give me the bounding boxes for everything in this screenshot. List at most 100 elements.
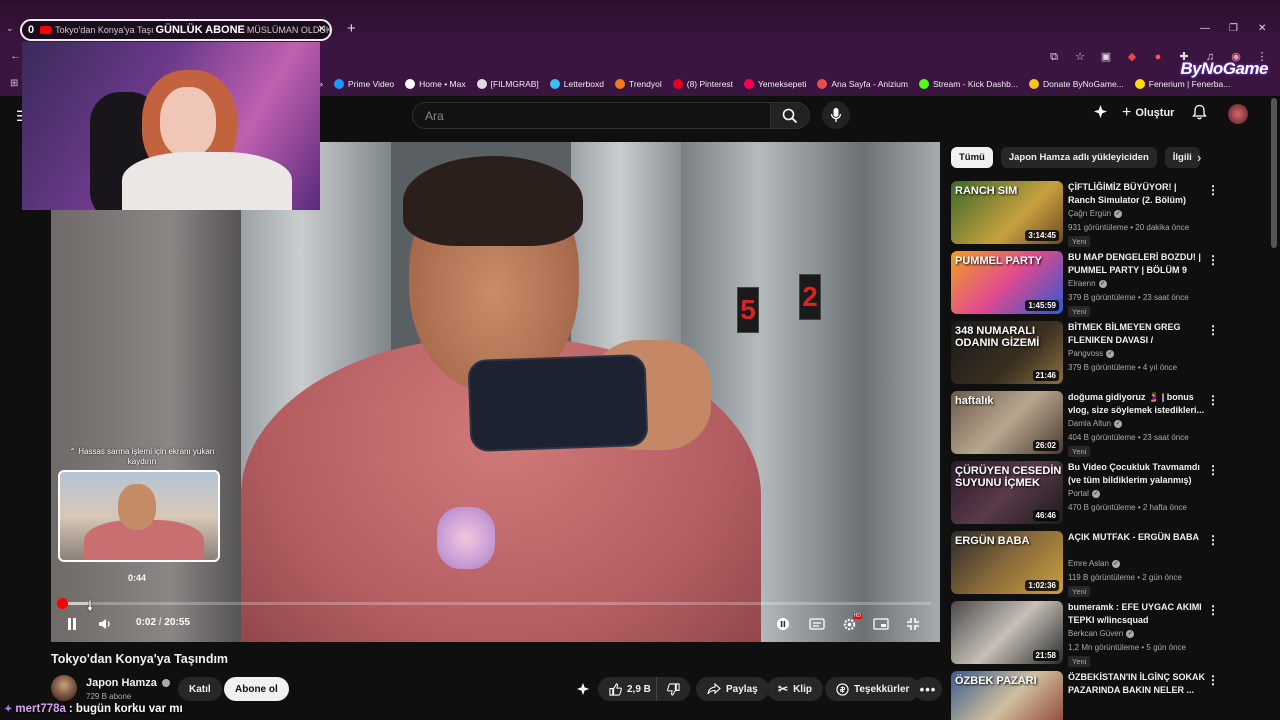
recommendation-thumbnail[interactable]: 348 NUMARALI ODANIN GİZEMİ 21:46	[951, 321, 1063, 384]
more-vertical-icon[interactable]: ⋮	[1207, 533, 1219, 547]
bookmark-item[interactable]: Stream - Kick Dashb...	[918, 79, 1018, 89]
ask-ai-button[interactable]	[572, 677, 594, 701]
filter-chips: Tümü Japon Hamza adlı yükleyiciden İlgili	[951, 147, 1200, 168]
mute-button[interactable]	[96, 615, 114, 633]
scrollbar-thumb[interactable]	[1271, 98, 1277, 248]
filter-chip[interactable]: Japon Hamza adlı yükleyiciden	[1000, 147, 1157, 168]
extension-record-icon[interactable]: ●	[1152, 51, 1164, 63]
recommendation-channel[interactable]: Damla Altun ✓	[1068, 419, 1123, 428]
more-vertical-icon[interactable]: ⋮	[1207, 463, 1219, 477]
subtitles-button[interactable]	[808, 615, 826, 633]
search-input[interactable]: Ara	[412, 102, 772, 129]
channel-name[interactable]: Japon Hamza	[86, 677, 170, 689]
more-vertical-icon[interactable]: ⋮	[1207, 673, 1219, 687]
recommendation-thumbnail[interactable]: PUMMEL PARTY 1:45:59	[951, 251, 1063, 314]
recommendation-item[interactable]: ERGÜN BABA 1:02:36 AÇIK MUTFAK - ERGÜN BAB…	[951, 531, 1221, 597]
miniplayer-button[interactable]	[872, 615, 890, 633]
channel-avatar[interactable]	[51, 675, 77, 701]
extension-red-icon[interactable]: ◆	[1126, 51, 1138, 63]
recommendation-thumbnail[interactable]: ÇÜRÜYEN CESEDİN SUYUNU İÇMEK 46:46	[951, 461, 1063, 524]
bookmark-item[interactable]: Ana Sayfa - Anizium	[817, 79, 908, 89]
recommendation-channel[interactable]: Elraenn ✓	[1068, 279, 1107, 288]
apps-grid-icon[interactable]: ⊞	[10, 78, 18, 89]
recommendation-meta: 470 B görüntüleme • 2 hafta önce	[1068, 503, 1187, 512]
like-button[interactable]: 2,9 B	[598, 677, 659, 701]
close-window-icon[interactable]: ✕	[1258, 23, 1266, 34]
recommendation-title[interactable]: BİTMEK BİLMEYEN GREG FLENIKEN DAVASI / D…	[1068, 321, 1206, 347]
recommendation-thumbnail[interactable]: ÖZBEK PAZARI	[951, 671, 1063, 720]
recommendation-title[interactable]: BU MAP DENGELERİ BOZDU! | PUMMEL PARTY |…	[1068, 251, 1206, 277]
recommendation-item[interactable]: PUMMEL PARTY 1:45:59 BU MAP DENGELERİ BOZD…	[951, 251, 1221, 317]
video-player[interactable]: 5 2	[51, 142, 940, 642]
recommendation-channel[interactable]: Berkcan Güven ✓	[1068, 629, 1135, 638]
recommendation-channel[interactable]: Portal ✓	[1068, 489, 1100, 498]
recommendation-item[interactable]: ÇÜRÜYEN CESEDİN SUYUNU İÇMEK 46:46 Bu Vide…	[951, 461, 1221, 527]
recommendation-thumbnail[interactable]: RANCH SIM 3:14:45	[951, 181, 1063, 244]
recommendation-title[interactable]: bumeramk : EFE UYGAC AKIMI TEPKI w/lincs…	[1068, 601, 1206, 627]
search-button[interactable]	[770, 102, 810, 129]
clip-button[interactable]: ✂ Klip	[767, 677, 823, 701]
bookmark-item[interactable]: Trendyol	[614, 79, 662, 89]
more-vertical-icon[interactable]: ⋮	[1207, 183, 1219, 197]
recommendation-item[interactable]: 348 NUMARALI ODANIN GİZEMİ 21:46 BİTMEK Bİ…	[951, 321, 1221, 387]
settings-button[interactable]: HD	[840, 613, 862, 633]
premium-sparkle-icon[interactable]	[1093, 104, 1108, 119]
more-vertical-icon[interactable]: ⋮	[1207, 323, 1219, 337]
more-vertical-icon[interactable]: ⋮	[1207, 603, 1219, 617]
hoodie-chopper-logo	[437, 507, 495, 569]
recommendation-channel[interactable]: Emre Aslan ✓	[1068, 559, 1120, 568]
autoplay-toggle[interactable]	[774, 615, 792, 633]
bookmark-item[interactable]: Yemeksepeti	[744, 79, 806, 89]
thanks-button[interactable]: Teşekkürler	[825, 677, 921, 701]
install-app-icon[interactable]: ⧉	[1048, 51, 1060, 63]
recommendation-title[interactable]: doğuma gidiyoruz 🤰 | bonus vlog, size sö…	[1068, 391, 1206, 417]
fullscreen-button[interactable]	[904, 615, 922, 633]
more-actions-button[interactable]: •••	[914, 677, 942, 701]
more-vertical-icon[interactable]: ⋮	[1207, 393, 1219, 407]
notifications-bell-icon[interactable]	[1192, 104, 1207, 120]
new-tab-icon[interactable]: +	[347, 20, 356, 37]
recommendation-item[interactable]: 21:58 bumeramk : EFE UYGAC AKIMI TEPKI w/…	[951, 601, 1221, 667]
recommendation-title[interactable]: AÇIK MUTFAK - ERGÜN BABA	[1068, 531, 1206, 544]
bookmark-item[interactable]: Home • Max	[405, 79, 466, 89]
filter-chip[interactable]: Tümü	[951, 147, 993, 168]
subscribe-button[interactable]: Abone ol	[224, 677, 289, 701]
voice-search-button[interactable]	[822, 101, 850, 129]
bookmark-item[interactable]: [FILMGRAB]	[476, 79, 539, 89]
bookmark-star-icon[interactable]: ☆	[1074, 51, 1086, 63]
create-button[interactable]: + Oluştur	[1122, 104, 1174, 122]
recommendation-title[interactable]: ÖZBEKİSTAN'IN İLGİNÇ SOKAK PAZARINDA BAK…	[1068, 671, 1206, 697]
page-scrollbar[interactable]	[1271, 96, 1277, 706]
recommendation-title[interactable]: ÇİFTLİĞİMİZ BÜYÜYOR! | Ranch Simulator (…	[1068, 181, 1206, 207]
pause-button[interactable]	[63, 615, 81, 633]
maximize-icon[interactable]: ❐	[1229, 23, 1238, 34]
progress-bar[interactable]	[57, 598, 931, 609]
back-icon[interactable]: ←	[10, 50, 21, 62]
extension-translate-icon[interactable]: ▣	[1100, 51, 1112, 63]
recommendation-channel[interactable]: Çağrı Ergün ✓	[1068, 209, 1123, 218]
share-button[interactable]: Paylaş	[696, 677, 769, 701]
bookmark-item[interactable]: (8) Pinterest	[672, 79, 733, 89]
tab-close-icon[interactable]: ✕	[318, 24, 326, 35]
recommendation-thumbnail[interactable]: 21:58	[951, 601, 1063, 664]
bookmark-item[interactable]: Prime Video	[334, 79, 394, 89]
recommendation-item[interactable]: ÖZBEK PAZARI ÖZBEKİSTAN'IN İLGİNÇ SOKAK P…	[951, 671, 1221, 720]
more-vertical-icon[interactable]: ⋮	[1207, 253, 1219, 267]
recommendation-thumbnail[interactable]: haftalık 26:02	[951, 391, 1063, 454]
bookmark-item[interactable]: Letterboxd	[549, 79, 604, 89]
bookmark-item[interactable]: Donate ByNoGame...	[1028, 79, 1124, 89]
filter-chip[interactable]: İlgili	[1164, 147, 1200, 168]
account-avatar[interactable]	[1228, 104, 1248, 124]
chips-next-icon[interactable]: ›	[1197, 150, 1201, 165]
dislike-button[interactable]	[656, 677, 690, 701]
minimize-icon[interactable]: —	[1200, 23, 1210, 34]
join-button[interactable]: Katıl	[178, 677, 222, 701]
tab-search-icon[interactable]: ⌄	[6, 23, 14, 34]
bookmark-item[interactable]: Fenerium | Fenerba...	[1134, 79, 1230, 89]
recommendation-channel[interactable]: Pangvoss ✓	[1068, 349, 1115, 358]
recommendation-item[interactable]: haftalık 26:02 doğuma gidiyoruz 🤰 | bonus …	[951, 391, 1221, 457]
browser-tab[interactable]: 0 Tokyo'dan Konya'ya Taşı GÜNLÜK ABONE M…	[20, 19, 332, 41]
recommendation-title[interactable]: Bu Video Çocukluk Travmamdı (ve tüm bild…	[1068, 461, 1206, 487]
recommendation-thumbnail[interactable]: ERGÜN BABA 1:02:36	[951, 531, 1063, 594]
recommendation-item[interactable]: RANCH SIM 3:14:45 ÇİFTLİĞİMİZ BÜYÜYOR! | R…	[951, 181, 1221, 247]
